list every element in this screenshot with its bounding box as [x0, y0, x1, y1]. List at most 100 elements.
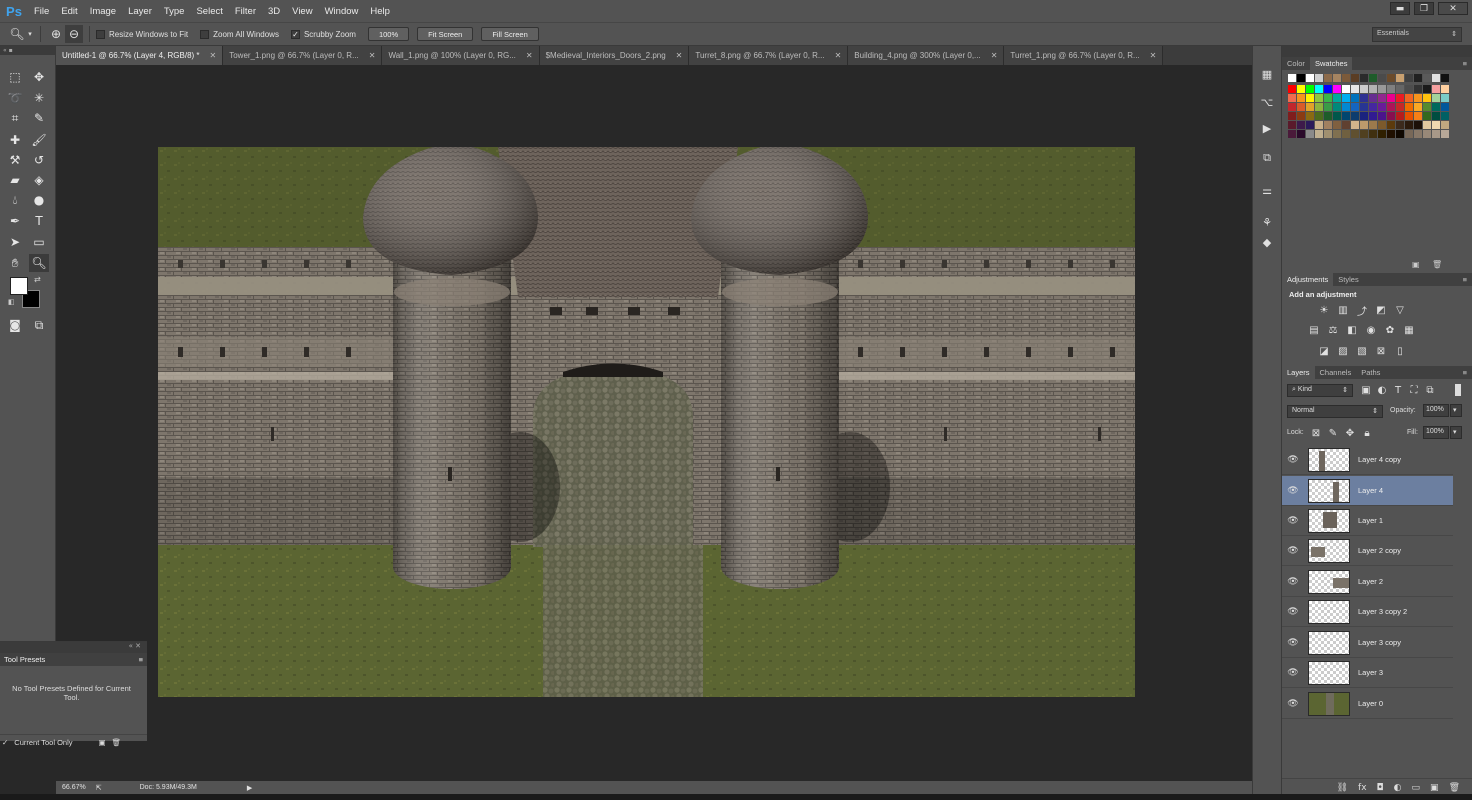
color-balance-icon[interactable]: ⚖: [1327, 324, 1339, 336]
type-tool-icon[interactable]: T: [29, 212, 49, 230]
trash-icon[interactable]: 🗑︎: [112, 738, 122, 747]
zoom-in-icon[interactable]: ⊕: [47, 25, 65, 43]
dodge-tool-icon[interactable]: ●: [29, 191, 49, 209]
color-swatch[interactable]: [1333, 121, 1341, 129]
gradient-map-icon[interactable]: ▯: [1394, 345, 1406, 357]
tab-turret-8[interactable]: Turret_8.png @ 66.7% (Layer 0, R... ✕: [689, 46, 849, 65]
export-icon[interactable]: ⇱: [96, 784, 102, 792]
close-icon[interactable]: ✕: [1150, 51, 1157, 60]
color-swatch[interactable]: [1405, 103, 1413, 111]
color-swatch[interactable]: [1315, 121, 1323, 129]
layer-row[interactable]: 👁︎ Layer 3 copy 2: [1282, 597, 1453, 627]
menu-window[interactable]: Window: [319, 6, 365, 17]
color-swatch[interactable]: [1288, 112, 1296, 120]
color-swatch[interactable]: [1423, 121, 1431, 129]
color-swatch[interactable]: [1360, 103, 1368, 111]
color-swatch[interactable]: [1324, 121, 1332, 129]
tab-turret-1[interactable]: Turret_1.png @ 66.7% (Layer 0, R... ✕: [1004, 46, 1164, 65]
tab-paths[interactable]: Paths: [1356, 366, 1385, 379]
color-swatch[interactable]: [1423, 85, 1431, 93]
blend-mode-select[interactable]: Normal ⇕: [1287, 405, 1383, 418]
color-swatch[interactable]: [1396, 112, 1404, 120]
menu-select[interactable]: Select: [190, 6, 228, 17]
close-icon[interactable]: ✕: [991, 51, 998, 60]
color-swatch[interactable]: [1432, 121, 1440, 129]
panel-collapse-handle[interactable]: [1282, 46, 1472, 57]
color-swatch[interactable]: [1351, 85, 1359, 93]
menu-filter[interactable]: Filter: [229, 6, 262, 17]
color-swatch[interactable]: [1324, 74, 1332, 82]
color-swatch[interactable]: [1306, 121, 1314, 129]
tab-swatches[interactable]: Swatches: [1309, 57, 1353, 70]
brush-presets-icon[interactable]: ⚘: [1259, 214, 1275, 230]
color-swatch[interactable]: [1378, 94, 1386, 102]
color-swatch[interactable]: [1414, 85, 1422, 93]
menu-layer[interactable]: Layer: [122, 6, 158, 17]
color-swatch[interactable]: [1324, 103, 1332, 111]
black-white-icon[interactable]: ◧: [1346, 324, 1358, 336]
menu-image[interactable]: Image: [84, 6, 122, 17]
color-swatch[interactable]: [1396, 103, 1404, 111]
color-swatch[interactable]: [1306, 74, 1314, 82]
color-swatch[interactable]: [1306, 94, 1314, 102]
tab-channels[interactable]: Channels: [1315, 366, 1357, 379]
lock-image-icon[interactable]: ✎: [1327, 427, 1339, 439]
add-mask-icon[interactable]: ◘: [1377, 783, 1384, 793]
hue-saturation-icon[interactable]: ▤: [1308, 324, 1320, 336]
color-swatch[interactable]: [1369, 121, 1377, 129]
panel-menu-icon[interactable]: ≡: [1463, 368, 1472, 377]
3d-cube-icon[interactable]: ◆: [1259, 234, 1275, 250]
color-swatch[interactable]: [1297, 121, 1305, 129]
zoom-out-icon[interactable]: ⊖: [65, 25, 83, 43]
color-swatch[interactable]: [1423, 130, 1431, 138]
color-swatch[interactable]: [1423, 94, 1431, 102]
workspace-switcher[interactable]: Essentials ⇕: [1372, 27, 1462, 42]
layer-row[interactable]: 👁︎ Layer 4 copy: [1282, 445, 1453, 475]
opacity-input[interactable]: 100%: [1423, 404, 1449, 417]
color-swatch[interactable]: [1342, 121, 1350, 129]
color-swatch[interactable]: [1351, 130, 1359, 138]
color-swatch[interactable]: [1441, 130, 1449, 138]
color-swatch[interactable]: [1351, 112, 1359, 120]
color-swatch[interactable]: [1441, 112, 1449, 120]
color-swatch[interactable]: [1351, 94, 1359, 102]
color-swatch[interactable]: [1360, 112, 1368, 120]
color-swatch[interactable]: [1405, 94, 1413, 102]
color-swatch[interactable]: [1342, 85, 1350, 93]
color-swatch[interactable]: [1333, 112, 1341, 120]
eye-icon[interactable]: 👁︎: [1282, 577, 1304, 587]
color-swatch[interactable]: [1378, 121, 1386, 129]
fill-input[interactable]: 100%: [1423, 426, 1449, 439]
layer-row[interactable]: 👁︎ Layer 3: [1282, 658, 1453, 688]
color-swatch[interactable]: [1315, 130, 1323, 138]
zoom-all-windows-checkbox[interactable]: Zoom All Windows: [200, 29, 279, 39]
color-swatch[interactable]: [1432, 130, 1440, 138]
color-swatch[interactable]: [1360, 85, 1368, 93]
color-swatch[interactable]: [1414, 112, 1422, 120]
eye-icon[interactable]: 👁︎: [1282, 607, 1304, 617]
color-swatch[interactable]: [1387, 85, 1395, 93]
color-swatch[interactable]: [1342, 94, 1350, 102]
color-swatch[interactable]: [1414, 94, 1422, 102]
history-icon[interactable]: ▦: [1259, 66, 1275, 82]
layer-row[interactable]: 👁︎ Layer 2: [1282, 567, 1453, 597]
history-brush-tool-icon[interactable]: ↺: [29, 151, 49, 169]
color-swatch[interactable]: [1378, 74, 1386, 82]
filter-smart-object-icon[interactable]: ⧉: [1424, 384, 1436, 396]
color-swatch[interactable]: [1405, 121, 1413, 129]
color-swatch[interactable]: [1333, 94, 1341, 102]
eraser-tool-icon[interactable]: ▰: [5, 171, 25, 189]
play-actions-icon[interactable]: ▶: [1259, 120, 1275, 136]
zoom-100-button[interactable]: 100%: [367, 27, 410, 41]
new-preset-icon[interactable]: ▣: [99, 738, 106, 747]
color-swatch[interactable]: [1405, 130, 1413, 138]
color-swatch[interactable]: [1297, 94, 1305, 102]
layer-row[interactable]: 👁︎ Layer 0: [1282, 689, 1453, 719]
layer-row[interactable]: 👁︎ Layer 1: [1282, 506, 1453, 536]
color-swatch[interactable]: [1351, 103, 1359, 111]
zoom-tool-icon[interactable]: 🔍︎: [29, 254, 49, 272]
color-swatch[interactable]: [1324, 85, 1332, 93]
eye-icon[interactable]: 👁︎: [1282, 455, 1304, 465]
close-icon[interactable]: ✕: [676, 51, 683, 60]
color-swatch[interactable]: [1432, 94, 1440, 102]
